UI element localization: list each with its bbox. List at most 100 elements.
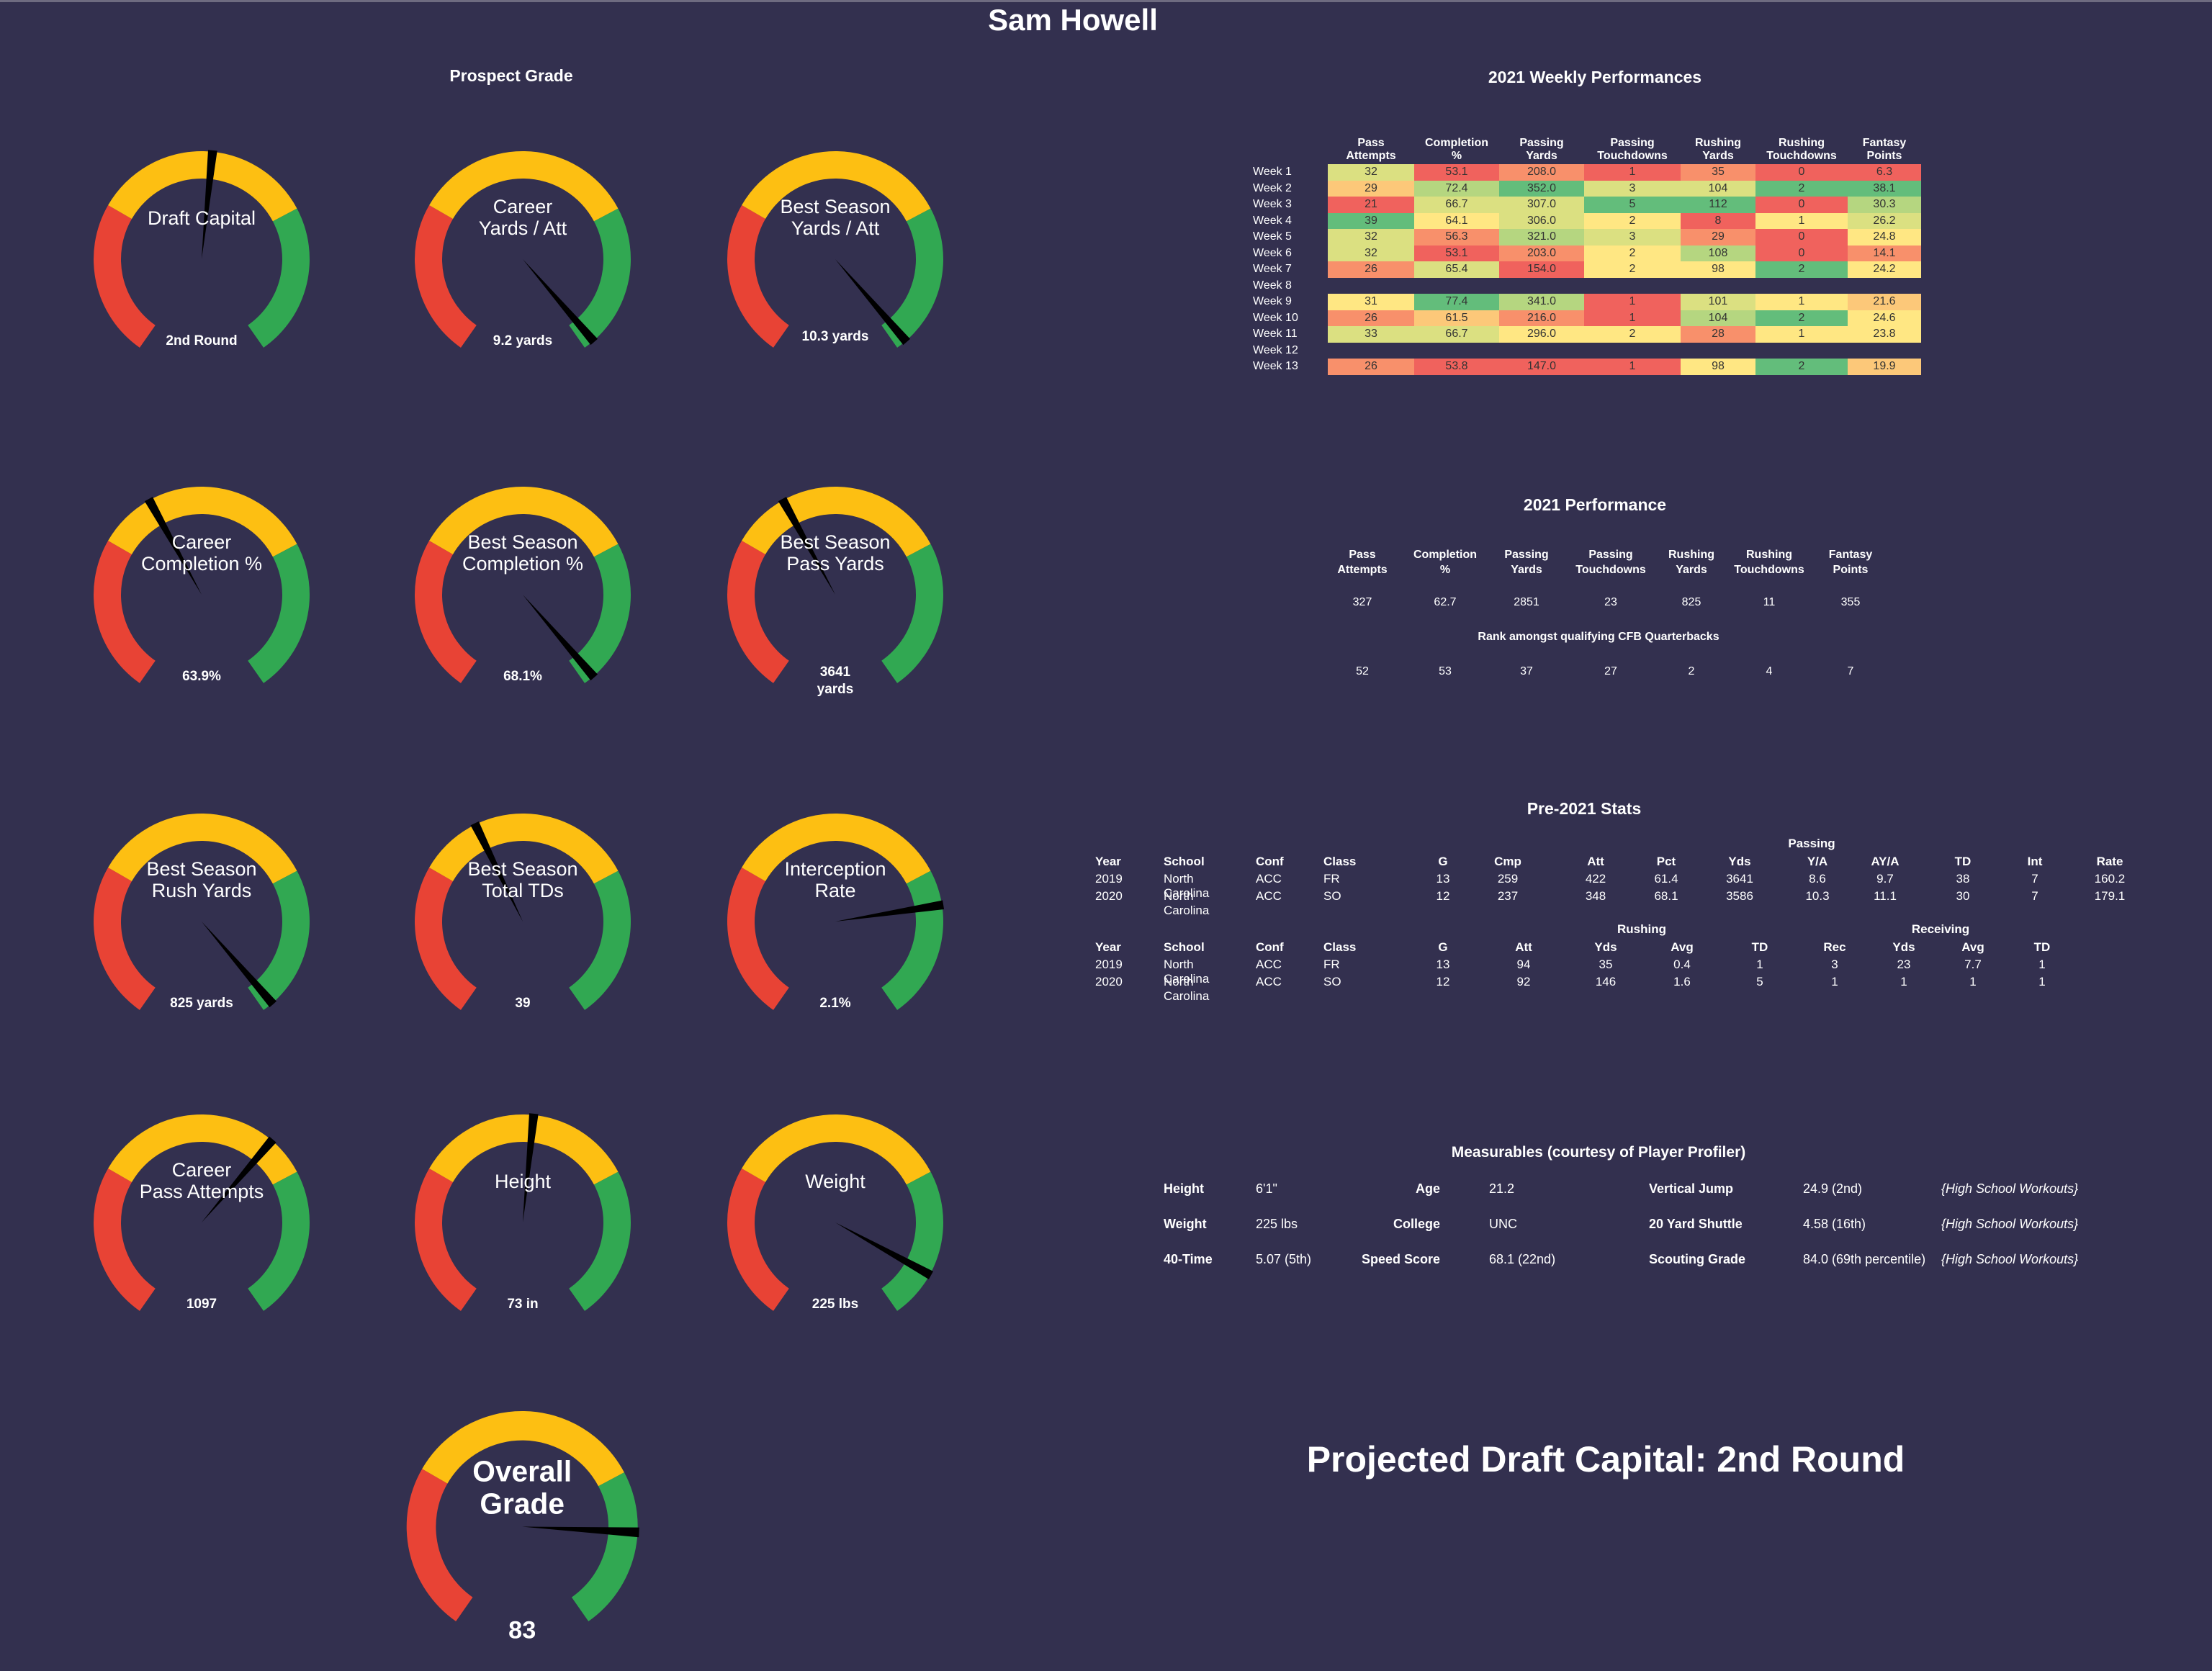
- gauge: Interception Rate 2.1%: [720, 814, 950, 1044]
- header-line: %: [1439, 564, 1451, 576]
- header-line: Points: [1866, 150, 1902, 162]
- rushing-receiving-header: Avg: [1671, 940, 1694, 954]
- heat-cell: [1681, 343, 1755, 359]
- gauge-value: 2nd Round: [166, 333, 238, 348]
- gauge-label: Career Completion %: [86, 531, 317, 575]
- heat-cell: 296.0: [1499, 326, 1584, 343]
- week-header: [1253, 137, 1328, 164]
- weekly-column-header: Rushing Touchdowns: [1755, 137, 1848, 164]
- heat-cell: 2: [1755, 359, 1848, 375]
- gauge-value: 2.1%: [819, 996, 851, 1011]
- heat-cell: 1: [1755, 294, 1848, 310]
- passing-cell: 7: [2031, 872, 2038, 886]
- measurable-label: Weight: [1164, 1217, 1207, 1231]
- weekly-column-header: Rushing Yards: [1681, 137, 1755, 164]
- gauge-label-line: Draft Capital: [147, 207, 256, 229]
- rushing-receiving-cell: SO: [1323, 975, 1341, 988]
- heat-cell: [1584, 278, 1681, 294]
- weekly-table-wrap: Pass Attempts Completion% Passing Yards Passi…: [1253, 137, 1921, 375]
- heat-cell: 203.0: [1499, 245, 1584, 261]
- header-line: Fantasy: [1862, 137, 1907, 149]
- performance-column-header: Completion%: [1403, 547, 1488, 577]
- heat-cell: 104: [1681, 180, 1755, 197]
- performance-total: 355: [1840, 596, 1861, 608]
- gauge: Best Season Rush Yards 825 yards: [86, 814, 317, 1044]
- gauge-label: Career Yards / Att: [408, 196, 638, 239]
- passing-header: Class: [1323, 855, 1357, 868]
- passing-cell: FR: [1323, 872, 1340, 886]
- rushing-receiving-cell: 12: [1436, 975, 1450, 988]
- gauge-label-line: Yards / Att: [791, 217, 880, 239]
- heat-cell: 1: [1755, 326, 1848, 343]
- heat-cell: 216.0: [1499, 310, 1584, 326]
- table-row: Week 10 26 61.5 216.0 1 104 2 24.6: [1253, 310, 1921, 326]
- passing-header: School: [1164, 855, 1205, 868]
- measurable-value: 6'1": [1256, 1181, 1277, 1196]
- heat-cell: 26: [1328, 261, 1414, 278]
- performance-column-header: Pass Attempts: [1322, 547, 1403, 577]
- header-line: Touchdowns: [1766, 150, 1837, 162]
- overall-grade-gauge: Overall Grade 83: [399, 1411, 645, 1657]
- table-row: Week 4 39 64.1 306.0 2 8 1 26.2: [1253, 212, 1921, 229]
- table-row: Week 8: [1253, 278, 1921, 294]
- gauge-label: Best Season Rush Yards: [86, 858, 317, 901]
- heat-cell: [1681, 278, 1755, 294]
- passing-group-label: Passing: [1788, 837, 1835, 850]
- heat-cell: [1499, 343, 1584, 359]
- heat-cell: 31: [1328, 294, 1414, 310]
- heat-cell: 98: [1681, 261, 1755, 278]
- gauge: Best Season Completion % 68.1%: [408, 487, 638, 717]
- gauge-label-line: Total TDs: [482, 880, 564, 901]
- header-line: Touchdowns: [1597, 150, 1668, 162]
- measurable-value: 68.1 (22nd): [1489, 1252, 1556, 1266]
- header-line: Pass: [1349, 549, 1376, 561]
- table-row: Week 1 32 53.1 208.0 1 35 0 6.3: [1253, 164, 1921, 181]
- heat-cell: 1: [1755, 212, 1848, 229]
- passing-cell: 179.1: [2094, 889, 2126, 903]
- passing-cell: 11.1: [1874, 889, 1897, 903]
- passing-cell: 3586: [1726, 889, 1753, 903]
- rushing-receiving-cell: 146: [1595, 975, 1617, 988]
- heat-cell: 2: [1755, 310, 1848, 326]
- gauge-label: Best Season Pass Yards: [720, 531, 950, 575]
- passing-cell: 7: [2031, 889, 2038, 903]
- heat-cell: 72.4: [1414, 180, 1499, 197]
- heat-cell: 2: [1584, 245, 1681, 261]
- table-row: Week 11 33 66.7 296.0 2 28 1 23.8: [1253, 326, 1921, 343]
- gauge-label: Draft Capital: [86, 207, 317, 229]
- measurable-value: 84.0 (69th percentile): [1803, 1252, 1926, 1266]
- heat-cell: 38.1: [1848, 180, 1921, 197]
- table-row: Week 6 32 53.1 203.0 2 108 0 14.1: [1253, 245, 1921, 261]
- performance-column-header: Passing Yards: [1488, 547, 1565, 577]
- gauge-value: 3641 yards: [817, 665, 854, 697]
- table-row: Week 5 32 56.3 321.0 3 29 0 24.8: [1253, 229, 1921, 246]
- passing-cell: 160.2: [2094, 872, 2126, 886]
- heat-cell: 56.3: [1414, 229, 1499, 246]
- heat-cell: 321.0: [1499, 229, 1584, 246]
- weekly-column-header: Fantasy Points: [1848, 137, 1921, 164]
- heat-cell: [1414, 278, 1499, 294]
- performance-column-header: Rushing Yards: [1656, 547, 1727, 577]
- week-label: Week 10: [1253, 311, 1298, 324]
- measurable-label: Scouting Grade: [1649, 1252, 1746, 1266]
- passing-cell: ACC: [1256, 889, 1282, 903]
- heat-cell: 0: [1755, 245, 1848, 261]
- week-label: Week 11: [1253, 328, 1298, 341]
- gauge-label: Interception Rate: [720, 858, 950, 901]
- performance-total: 62.7: [1434, 596, 1457, 608]
- week-label: Week 3: [1253, 198, 1292, 211]
- table-row: Week 2 29 72.4 352.0 3 104 2 38.1: [1253, 180, 1921, 197]
- rushing-group-label: Rushing: [1617, 922, 1666, 936]
- passing-cell: 9.7: [1876, 872, 1894, 886]
- gauge-value: 1097: [186, 1297, 217, 1312]
- heat-cell: 28: [1681, 326, 1755, 343]
- heat-cell: 0: [1755, 229, 1848, 246]
- performance-total: 23: [1604, 596, 1617, 608]
- week-label: Week 5: [1253, 230, 1292, 243]
- heat-cell: 8: [1681, 212, 1755, 229]
- weekly-column-header: Pass Attempts: [1328, 137, 1414, 164]
- heat-cell: 33: [1328, 326, 1414, 343]
- gauge-label-line: Yards / Att: [478, 217, 567, 239]
- rushing-receiving-cell: 1: [2038, 958, 2046, 971]
- heat-cell: 208.0: [1499, 164, 1584, 181]
